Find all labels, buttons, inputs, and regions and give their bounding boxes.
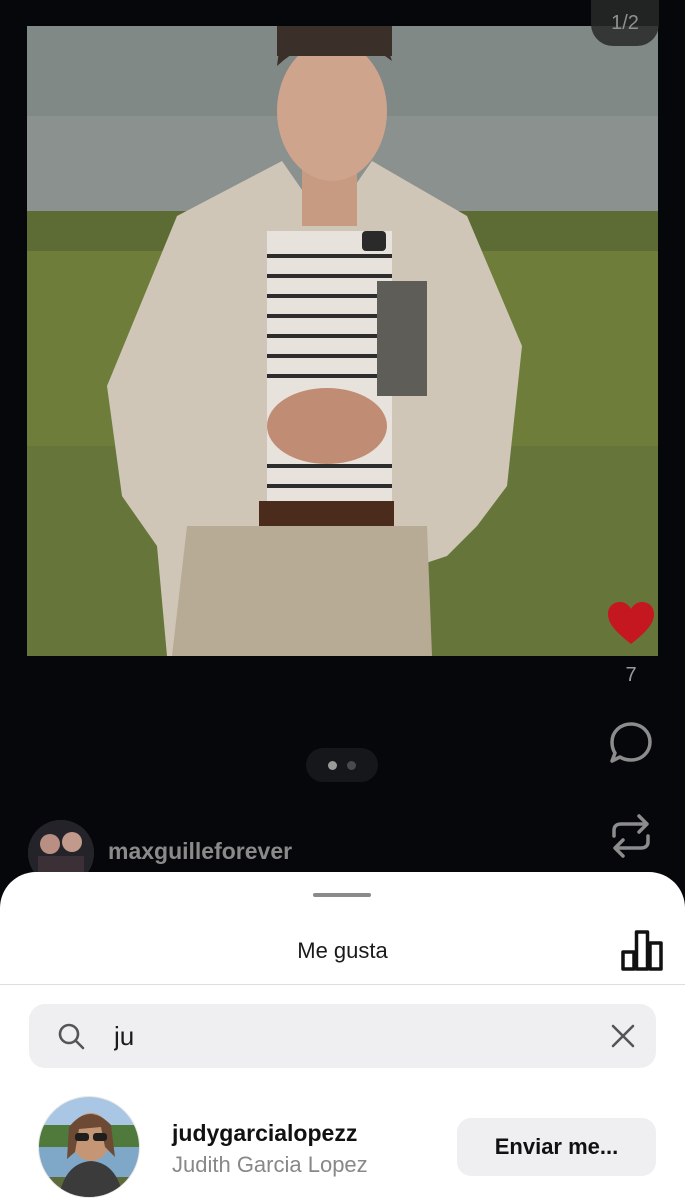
search-input[interactable] [114, 1020, 574, 1052]
post-photo[interactable] [27, 26, 658, 656]
image-counter: 1/2 [591, 0, 659, 46]
search-icon [58, 1023, 85, 1050]
liker-avatar-image [39, 1097, 139, 1197]
sheet-divider [0, 984, 685, 985]
sheet-drag-handle[interactable] [313, 893, 371, 897]
liker-list-item[interactable]: judygarcialopezz Judith Garcia Lopez Env… [0, 1094, 685, 1200]
liker-avatar[interactable] [38, 1096, 140, 1198]
likes-bottom-sheet: Me gusta ju judygarcialopezz Judith Garc… [0, 872, 685, 1200]
carousel-dot [347, 760, 356, 770]
liker-full-name: Judith Garcia Lopez [172, 1152, 368, 1177]
carousel-dot-active [328, 760, 337, 770]
liker-username[interactable]: judygarcialopezz [172, 1120, 357, 1147]
like-count[interactable]: 7 [618, 664, 644, 687]
reply-bubble-icon[interactable] [608, 720, 654, 766]
send-message-button[interactable]: Enviar me... [457, 1118, 656, 1176]
insights-bar-chart-icon[interactable] [620, 928, 664, 972]
clear-search-icon[interactable] [609, 1022, 637, 1050]
post-photo-image [27, 26, 658, 656]
sheet-title: Me gusta [297, 938, 388, 963]
like-heart-icon[interactable] [606, 600, 656, 646]
carousel-page-indicator [306, 748, 378, 782]
author-username[interactable]: maxguilleforever [108, 838, 292, 865]
repost-icon[interactable] [608, 812, 654, 860]
likes-search-bar[interactable] [29, 1004, 656, 1068]
